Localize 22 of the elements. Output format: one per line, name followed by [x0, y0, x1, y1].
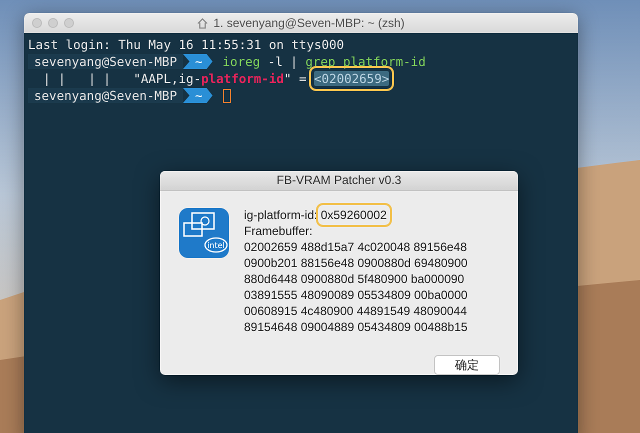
prompt-user: sevenyang@Seven-MBP [28, 54, 183, 69]
info-text: 03891555 48090089 05534809 00ba0000 [244, 287, 468, 303]
command-text: ioreg -l | grep platform-id [222, 54, 426, 69]
output-text: Last login: Thu May 16 11:55:31 on ttys000 [28, 37, 344, 52]
prompt-user: sevenyang@Seven-MBP [28, 88, 183, 103]
minimize-button[interactable] [48, 18, 58, 28]
info-text: 89154648 09004889 05434809 00488b15 [244, 319, 468, 335]
ok-button[interactable]: 确定 [434, 355, 500, 375]
info-text: 880d6448 0900880d 5f480900 ba000090 [244, 271, 466, 287]
zoom-button[interactable] [64, 18, 74, 28]
info-text: Framebuffer: [244, 223, 314, 239]
info-text: 02002659 488d15a7 4c020048 89156e48 [244, 239, 468, 255]
close-button[interactable] [32, 18, 42, 28]
dialog-title: FB-VRAM Patcher v0.3 [160, 171, 518, 191]
prompt-directory: ~ [183, 54, 213, 69]
prompt-directory: ~ [183, 88, 213, 103]
app-icon: intel [178, 207, 230, 259]
info-text: 0900b201 88156e48 0900880d 69480900 [244, 255, 468, 271]
home-icon [197, 18, 208, 28]
info-text: 00608915 4c480900 44891549 48090044 [244, 303, 468, 319]
window-title: 1. sevenyang@Seven-MBP: ~ (zsh) [213, 16, 405, 30]
output-text: | | | | "AAPL,ig-platform-id" = <02002659> [42, 71, 390, 86]
